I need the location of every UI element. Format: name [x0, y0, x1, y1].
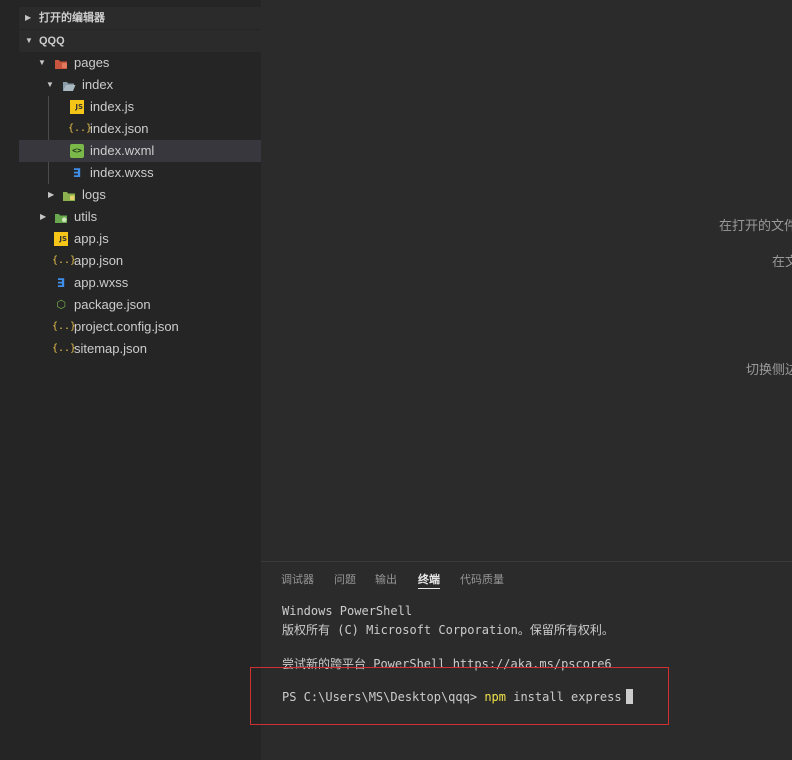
utils-folder-icon — [54, 210, 68, 224]
tree-item-label: index.js — [90, 99, 135, 114]
tree-item-label: app.json — [74, 253, 124, 268]
explorer-sidebar: ▶ 打开的编辑器 ▼ QQQ ▼ pages ▼ index JS index.… — [19, 0, 261, 760]
chevron-down-icon: ▼ — [38, 58, 46, 67]
tree-item-label: pages — [74, 55, 110, 70]
tree-item-index-js[interactable]: JS index.js — [19, 96, 261, 118]
tree-item-logs[interactable]: ▶ logs — [19, 184, 261, 206]
tab-output[interactable]: 输出 — [375, 571, 397, 587]
tree-item-index-json[interactable]: {..} index.json — [19, 118, 261, 140]
open-folder-icon — [62, 78, 76, 92]
terminal-line-2: 版权所有 (C) Microsoft Corporation。保留所有权利。 — [282, 623, 614, 637]
chevron-right-icon: ▶ — [48, 190, 55, 199]
tree-item-label: project.config.json — [74, 319, 179, 334]
wxss-file-icon: ∃ — [56, 276, 66, 290]
chevron-right-icon: ▶ — [25, 13, 32, 22]
wxss-file-icon: ∃ — [72, 166, 82, 180]
editor-hint-in-file: 在文 — [772, 254, 792, 269]
open-editors-header[interactable]: ▶ 打开的编辑器 — [19, 7, 261, 29]
js-file-icon: JS — [70, 100, 84, 114]
json-file-icon: {..} — [52, 255, 77, 266]
tree-item-label: utils — [74, 209, 98, 224]
tab-debugger[interactable]: 调试器 — [281, 571, 314, 587]
tree-item-label: index.wxml — [90, 143, 155, 158]
tree-item-label: index.wxss — [90, 165, 154, 180]
tab-problems[interactable]: 问题 — [334, 571, 356, 587]
activity-bar — [0, 0, 19, 760]
tree-item-app-wxss[interactable]: ∃ app.wxss — [19, 272, 261, 294]
tree-item-pages[interactable]: ▼ pages — [19, 52, 261, 74]
pages-folder-icon — [54, 56, 68, 70]
json-file-icon: {..} — [52, 321, 77, 332]
highlight-annotation-box — [250, 667, 669, 725]
tree-item-label: package.json — [74, 297, 151, 312]
tree-item-project-config-json[interactable]: {..} project.config.json — [19, 316, 261, 338]
json-file-icon: {..} — [52, 343, 77, 354]
tree-item-index-wxss[interactable]: ∃ index.wxss — [19, 162, 261, 184]
tab-code-quality[interactable]: 代码质量 — [460, 571, 504, 587]
tree-item-app-js[interactable]: JS app.js — [19, 228, 261, 250]
tree-item-app-json[interactable]: {..} app.json — [19, 250, 261, 272]
json-file-icon: {..} — [68, 123, 93, 134]
tree-item-label: logs — [82, 187, 106, 202]
tree-item-label: app.wxss — [74, 275, 129, 290]
editor-hint-toggle-sidebar: 切换侧边 — [746, 362, 792, 377]
tree-item-sitemap-json[interactable]: {..} sitemap.json — [19, 338, 261, 360]
tree-item-index-folder[interactable]: ▼ index — [19, 74, 261, 96]
js-file-icon: JS — [54, 232, 68, 246]
tree-item-index-wxml[interactable]: <> index.wxml — [19, 140, 261, 162]
nodejs-package-icon: ⬡ — [56, 298, 66, 311]
tab-terminal[interactable]: 终端 — [418, 571, 440, 589]
tree-item-label: app.js — [74, 231, 109, 246]
open-editors-label: 打开的编辑器 — [39, 12, 105, 24]
chevron-down-icon: ▼ — [46, 80, 54, 89]
tree-item-utils[interactable]: ▶ utils — [19, 206, 261, 228]
tree-item-label: index.json — [90, 121, 149, 136]
project-header[interactable]: ▼ QQQ — [19, 30, 261, 52]
tree-item-label: index — [82, 77, 114, 92]
chevron-right-icon: ▶ — [40, 212, 47, 221]
logs-folder-icon — [62, 188, 76, 202]
tree-item-package-json[interactable]: ⬡ package.json — [19, 294, 261, 316]
editor-area: 在打开的文件 在文 切换侧边 — [261, 0, 792, 561]
wxml-file-icon: <> — [70, 144, 84, 158]
bottom-panel: 调试器 问题 输出 终端 代码质量 Windows PowerShell 版权所… — [261, 561, 792, 760]
project-label: QQQ — [39, 35, 65, 47]
editor-hint-open-files: 在打开的文件 — [719, 218, 792, 233]
terminal-line-1: Windows PowerShell — [282, 604, 413, 618]
chevron-down-icon: ▼ — [25, 36, 33, 45]
tree-item-label: sitemap.json — [74, 341, 147, 356]
